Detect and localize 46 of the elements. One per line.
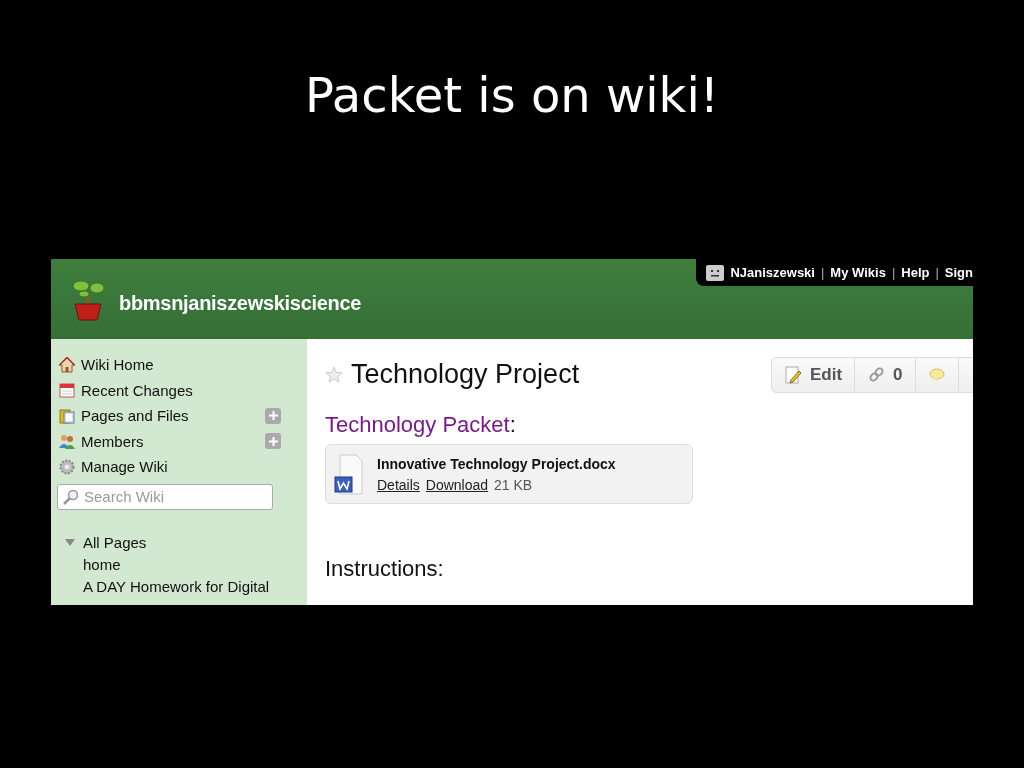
slide-title: Packet is on wiki! xyxy=(304,66,720,124)
section-heading: Instructions: xyxy=(325,556,445,582)
separator: | xyxy=(820,265,825,280)
file-link[interactable]: Download xyxy=(425,476,489,493)
page-title: Technology Project xyxy=(351,358,580,390)
gear-icon xyxy=(59,458,75,475)
speech-bubble-icon xyxy=(927,366,946,384)
tree-item[interactable]: All Pages xyxy=(83,534,147,551)
file-link[interactable]: Details xyxy=(377,476,420,493)
page-link[interactable]: Technology Packet xyxy=(325,412,510,437)
tree-item[interactable]: A DAY Homework for Digital xyxy=(83,578,270,595)
search-field[interactable]: Search Wiki xyxy=(57,483,273,510)
add-button[interactable] xyxy=(265,433,281,450)
nav-item[interactable]: Pages and Files xyxy=(81,407,259,425)
plus-icon xyxy=(267,410,279,422)
separator: | xyxy=(935,265,939,280)
user-link[interactable]: My Wikis xyxy=(830,265,886,280)
add-button[interactable] xyxy=(265,407,281,424)
chain-icon xyxy=(867,366,886,384)
links-button[interactable]: 0 xyxy=(855,358,916,392)
plant-pot-logo xyxy=(71,277,105,321)
word-document-icon xyxy=(334,453,363,495)
file-name: Innovative Technology Project.docx xyxy=(377,455,616,472)
tree-item[interactable]: home xyxy=(83,556,121,573)
avatar-icon xyxy=(706,264,725,281)
edit-button[interactable]: Edit xyxy=(772,358,856,392)
people-icon xyxy=(59,433,75,450)
house-icon xyxy=(59,356,75,373)
star-icon[interactable] xyxy=(325,365,343,383)
wiki-name[interactable]: bbmsnjaniszewskiscience xyxy=(119,291,362,315)
folder-icon xyxy=(59,407,75,424)
nav-item[interactable]: Members xyxy=(81,432,259,450)
nav-item[interactable]: Wiki Home xyxy=(81,356,281,374)
calendar-icon xyxy=(59,382,75,399)
user-link[interactable]: Help xyxy=(901,265,930,280)
section-heading: Technology Packet: xyxy=(325,412,517,438)
user-link[interactable]: NJaniszewski xyxy=(730,265,815,280)
file-size: 21 KB xyxy=(494,476,533,493)
search-icon xyxy=(62,488,78,505)
plus-icon xyxy=(267,435,279,447)
pencil-page-icon xyxy=(784,366,802,384)
separator: | xyxy=(891,265,896,280)
nav-item[interactable]: Recent Changes xyxy=(81,381,281,399)
expanded-triangle-icon[interactable] xyxy=(65,537,75,548)
nav-item[interactable]: Manage Wiki xyxy=(81,458,281,476)
user-link[interactable]: Sign xyxy=(944,265,973,280)
